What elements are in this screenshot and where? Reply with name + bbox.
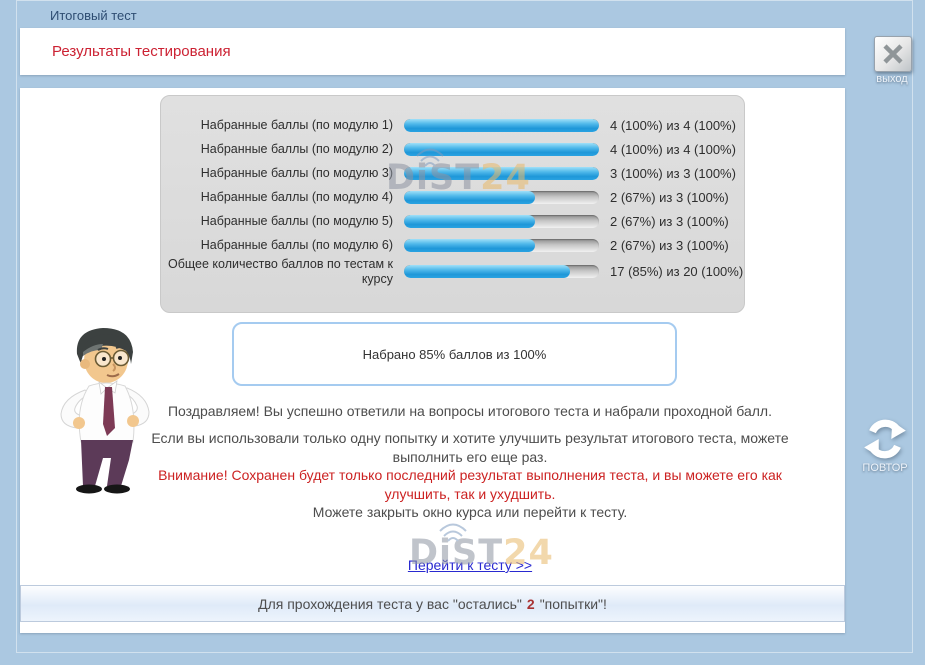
retry-info-text: Если вы использовали только одну попытку… [150,429,790,466]
close-info-text: Можете закрыть окно курса или перейти к … [150,503,790,521]
score-row: Набранные баллы (по модулю 6) 2 (67%) из… [161,233,744,257]
results-panel: Набранные баллы (по модулю 1) 4 (100%) и… [160,95,745,313]
progress-bar-track [404,143,599,156]
progress-bar-track [404,265,599,278]
summary-text: Набрано 85% баллов из 100% [363,347,547,362]
progress-bar-track [404,239,599,252]
score-row: Набранные баллы (по модулю 1) 4 (100%) и… [161,113,744,137]
progress-bar-track [404,191,599,204]
score-value: 17 (85%) из 20 (100%) [610,264,744,279]
header-panel: Результаты тестирования [20,28,845,75]
score-row: Набранные баллы (по модулю 3) 3 (100%) и… [161,161,744,185]
score-label: Общее количество баллов по тестам к курс… [166,257,393,287]
attempts-bar: Для прохождения теста у вас "остались" 2… [20,585,845,622]
progress-bar-fill [404,143,599,156]
repeat-arrows-icon [860,414,910,464]
score-label: Набранные баллы (по модулю 1) [166,118,393,133]
score-label: Набранные баллы (по модулю 6) [166,238,393,253]
score-rows: Набранные баллы (по модулю 1) 4 (100%) и… [161,113,744,287]
score-row: Общее количество баллов по тестам к курс… [161,257,744,287]
congrats-text: Поздравляем! Вы успешно ответили на вопр… [150,402,790,420]
summary-box: Набрано 85% баллов из 100% [232,322,677,386]
progress-bar-fill [404,191,535,204]
progress-bar-fill [404,215,535,228]
progress-bar-fill [404,119,599,132]
attempts-text-prefix: Для прохождения теста у вас "остались" [258,596,522,612]
result-message-block: Поздравляем! Вы успешно ответили на вопр… [150,402,790,522]
score-value: 3 (100%) из 3 (100%) [610,166,744,181]
main-panel: Набранные баллы (по модулю 1) 4 (100%) и… [20,88,845,633]
close-icon [881,43,905,65]
goto-test-link[interactable]: Перейти к тесту >> [408,557,532,573]
repeat-button-label[interactable]: ПОВТОР [854,462,916,474]
page-title: Результаты тестирования [52,43,231,60]
window-title: Итоговый тест [50,8,137,23]
attempts-count: 2 [527,596,535,612]
warning-text: Внимание! Сохранен будет только последни… [150,466,790,503]
goto-link-row: Перейти к тесту >> [150,557,790,575]
repeat-button[interactable] [860,414,910,464]
score-row: Набранные баллы (по модулю 2) 4 (100%) и… [161,137,744,161]
score-label: Набранные баллы (по модулю 5) [166,214,393,229]
progress-bar-fill [404,265,570,278]
score-label: Набранные баллы (по модулю 3) [166,166,393,181]
score-value: 2 (67%) из 3 (100%) [610,190,744,205]
score-label: Набранные баллы (по модулю 2) [166,142,393,157]
progress-bar-track [404,167,599,180]
exit-button[interactable] [874,36,912,72]
progress-bar-track [404,119,599,132]
score-value: 2 (67%) из 3 (100%) [610,214,744,229]
score-value: 2 (67%) из 3 (100%) [610,238,744,253]
attempts-text-suffix: "попытки"! [540,596,607,612]
score-row: Набранные баллы (по модулю 4) 2 (67%) из… [161,185,744,209]
score-value: 4 (100%) из 4 (100%) [610,142,744,157]
score-value: 4 (100%) из 4 (100%) [610,118,744,133]
score-label: Набранные баллы (по модулю 4) [166,190,393,205]
exit-button-label[interactable]: выход [864,73,920,85]
progress-bar-track [404,215,599,228]
score-row: Набранные баллы (по модулю 5) 2 (67%) из… [161,209,744,233]
progress-bar-fill [404,167,599,180]
progress-bar-fill [404,239,535,252]
